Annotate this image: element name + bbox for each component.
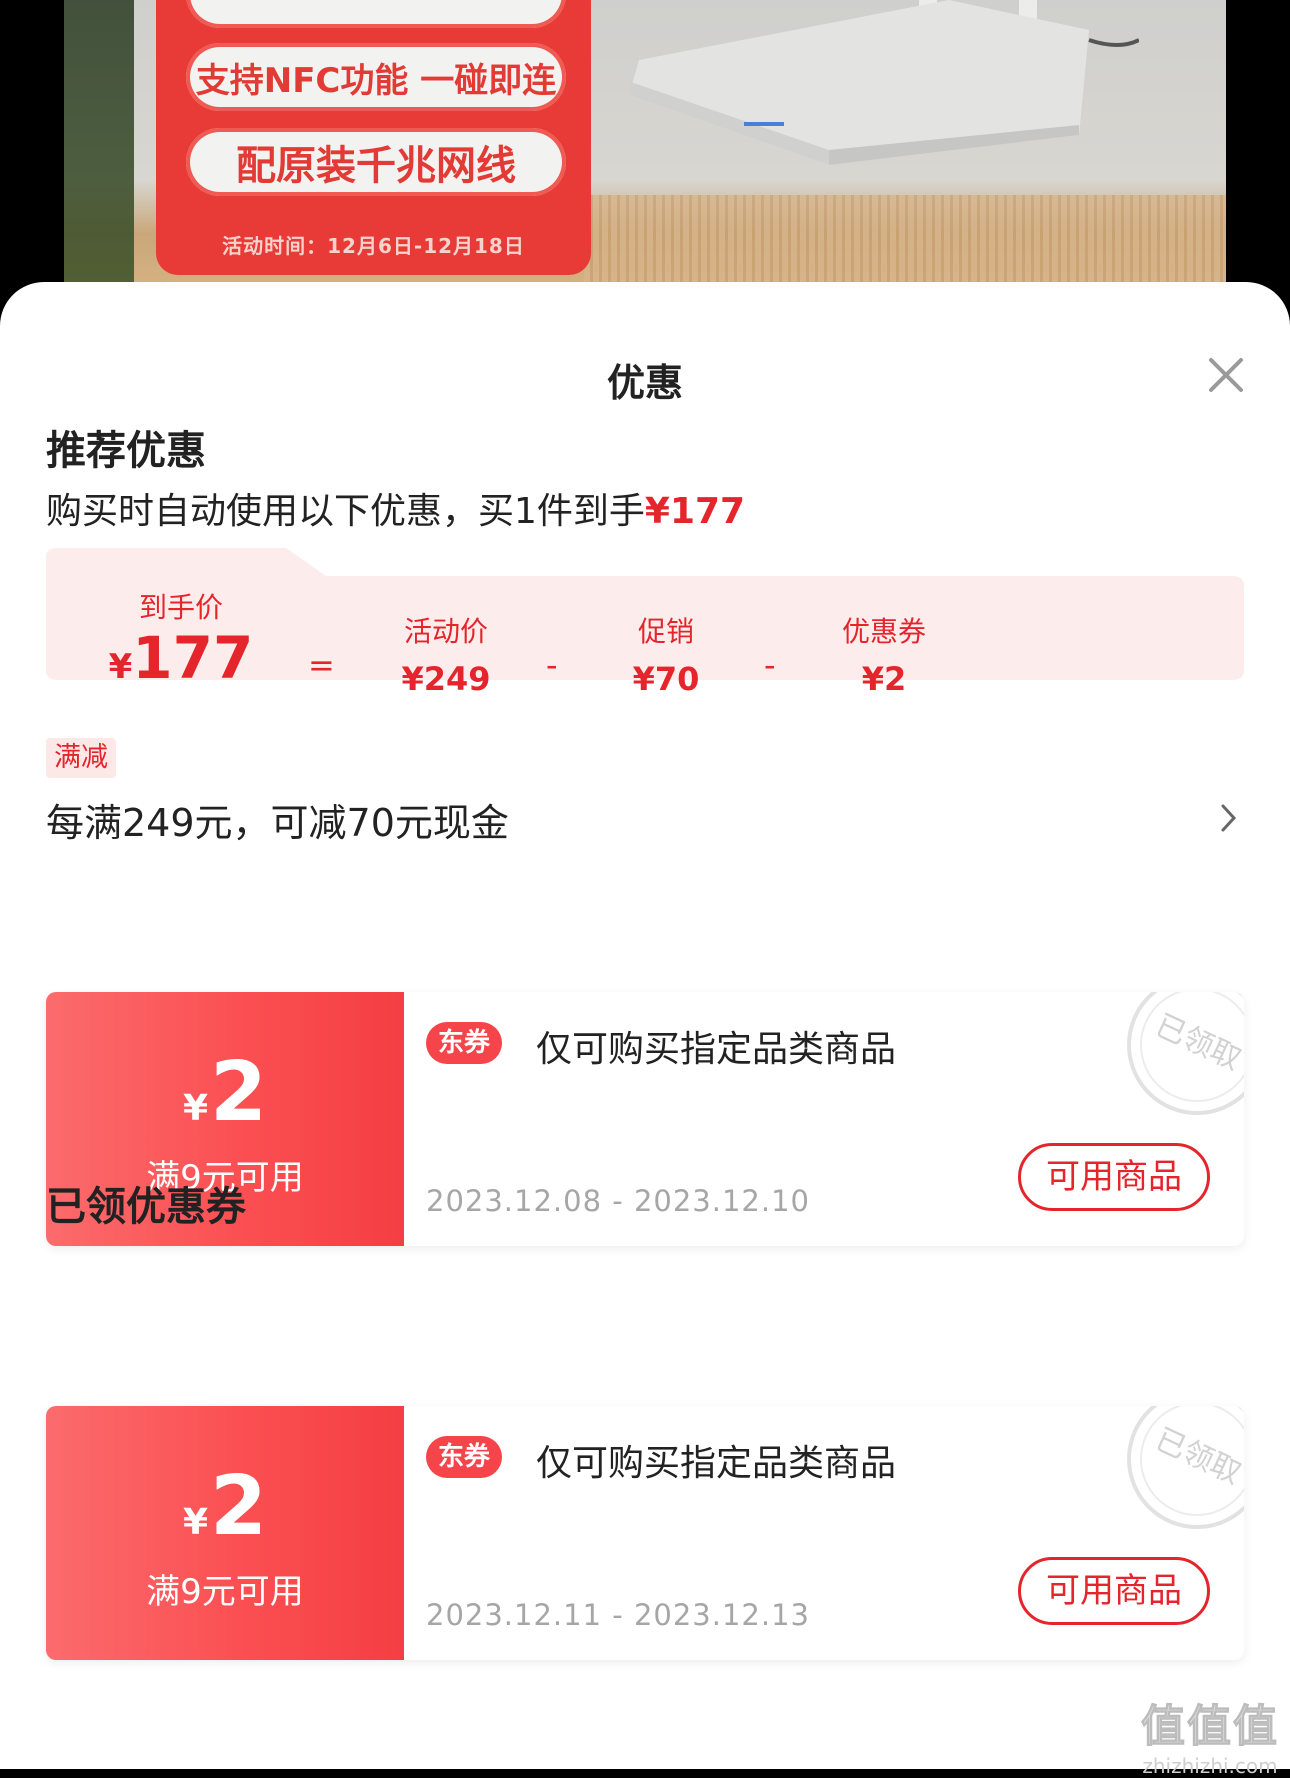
coupon-type-badge: 东券 xyxy=(426,1022,503,1064)
coupon-description: 仅可购买指定品类商品 xyxy=(536,1029,897,1070)
final-price-number: 177 xyxy=(132,624,254,692)
final-price-value: ¥177 xyxy=(106,628,256,697)
coupon-yen: ¥ xyxy=(182,1502,208,1543)
coupon-discount-label: 优惠券 xyxy=(841,615,926,648)
claimed-stamp-icon: 已领取 xyxy=(1127,1406,1244,1529)
site-watermark: 值值值 zhizhizhi.com xyxy=(1135,1690,1285,1778)
promotion-label: 促销 xyxy=(637,615,694,648)
plant-decoration xyxy=(64,0,134,300)
promo-pill-1 xyxy=(186,0,566,28)
available-products-button[interactable]: 可用商品 xyxy=(1018,1557,1210,1625)
coupon-amount-number: 2 xyxy=(210,1459,268,1554)
chevron-right-icon[interactable] xyxy=(1218,800,1240,836)
price-breakdown: 到手价 ¥177 = 活动价 ¥249 - 促销 ¥70 - 优惠券 ¥2 xyxy=(46,548,1244,698)
coupon-amount: ¥2 xyxy=(46,1466,404,1564)
close-icon[interactable] xyxy=(1205,354,1247,396)
stamp-text: 已领取 xyxy=(1150,1422,1244,1492)
equals-sign: = xyxy=(308,646,335,684)
promo-date: 活动时间：12月6日-12月18日 xyxy=(222,234,525,258)
discount-sheet: 优惠 推荐优惠 购买时自动使用以下优惠，买1件到手¥177 到手价 ¥177 =… xyxy=(0,282,1290,1769)
final-price-label: 到手价 xyxy=(138,591,223,624)
stamp-text: 已领取 xyxy=(1150,1008,1244,1078)
watermark-text: zhizhizhi.com xyxy=(1142,1754,1278,1778)
recommended-subtitle: 购买时自动使用以下优惠，买1件到手¥177 xyxy=(46,482,745,534)
promo-card: 支持NFC功能 一碰即连 配原装千兆网线 活动时间：12月6日-12月18日 xyxy=(156,0,591,275)
coupon-description: 仅可购买指定品类商品 xyxy=(536,1443,897,1484)
promo-pill-nfc: 支持NFC功能 一碰即连 xyxy=(186,43,566,111)
product-image: 支持NFC功能 一碰即连 配原装千兆网线 活动时间：12月6日-12月18日 xyxy=(64,0,1226,300)
promotion-value: ¥70 xyxy=(632,660,700,698)
coupon-date-range: 2023.12.08 - 2023.12.10 xyxy=(426,1184,810,1218)
coupon-amount: ¥2 xyxy=(46,1052,404,1150)
router-image xyxy=(629,0,1139,165)
final-price-yen: ¥ xyxy=(108,647,133,687)
available-products-button[interactable]: 可用商品 xyxy=(1018,1143,1210,1211)
promotion-discount: 促销 ¥70 xyxy=(616,610,716,698)
watermark-logo: 值值值 xyxy=(1141,1701,1279,1753)
subtitle-price: ¥177 xyxy=(644,491,746,532)
coupon-discount-value: ¥2 xyxy=(861,660,907,698)
coupon-condition: 满9元可用 xyxy=(146,1572,304,1612)
activity-price-value: ¥249 xyxy=(401,660,491,698)
coupon-type-badge: 东券 xyxy=(426,1436,503,1478)
coupon-amount-number: 2 xyxy=(210,1045,268,1140)
minus-sign: - xyxy=(764,646,776,684)
sheet-title: 优惠 xyxy=(606,361,683,405)
activity-price-label: 活动价 xyxy=(403,615,488,648)
activity-price: 活动价 ¥249 xyxy=(386,610,506,698)
final-price: 到手价 ¥177 xyxy=(106,586,256,697)
coupon-value-panel: ¥2 满9元可用 xyxy=(46,1406,404,1660)
claimed-title: 已领优惠券 xyxy=(46,1184,246,1230)
full-reduction-tag: 满减 xyxy=(46,738,116,778)
subtitle-text: 购买时自动使用以下优惠，买1件到手 xyxy=(46,491,645,532)
coupon-yen: ¥ xyxy=(182,1088,208,1129)
product-banner: 支持NFC功能 一碰即连 配原装千兆网线 活动时间：12月6日-12月18日 xyxy=(0,0,1290,300)
coupon-card: ¥2 满9元可用 东券 仅可购买指定品类商品 2023.12.11 - 2023… xyxy=(46,1406,1244,1660)
recommended-title: 推荐优惠 xyxy=(46,428,206,474)
full-reduction-text[interactable]: 每满249元，可减70元现金 xyxy=(46,792,509,847)
promo-pill-cable: 配原装千兆网线 xyxy=(186,128,566,196)
minus-sign: - xyxy=(546,646,558,684)
claimed-stamp-icon: 已领取 xyxy=(1127,992,1244,1115)
coupon-discount: 优惠券 ¥2 xyxy=(824,610,944,698)
coupon-date-range: 2023.12.11 - 2023.12.13 xyxy=(426,1598,810,1632)
